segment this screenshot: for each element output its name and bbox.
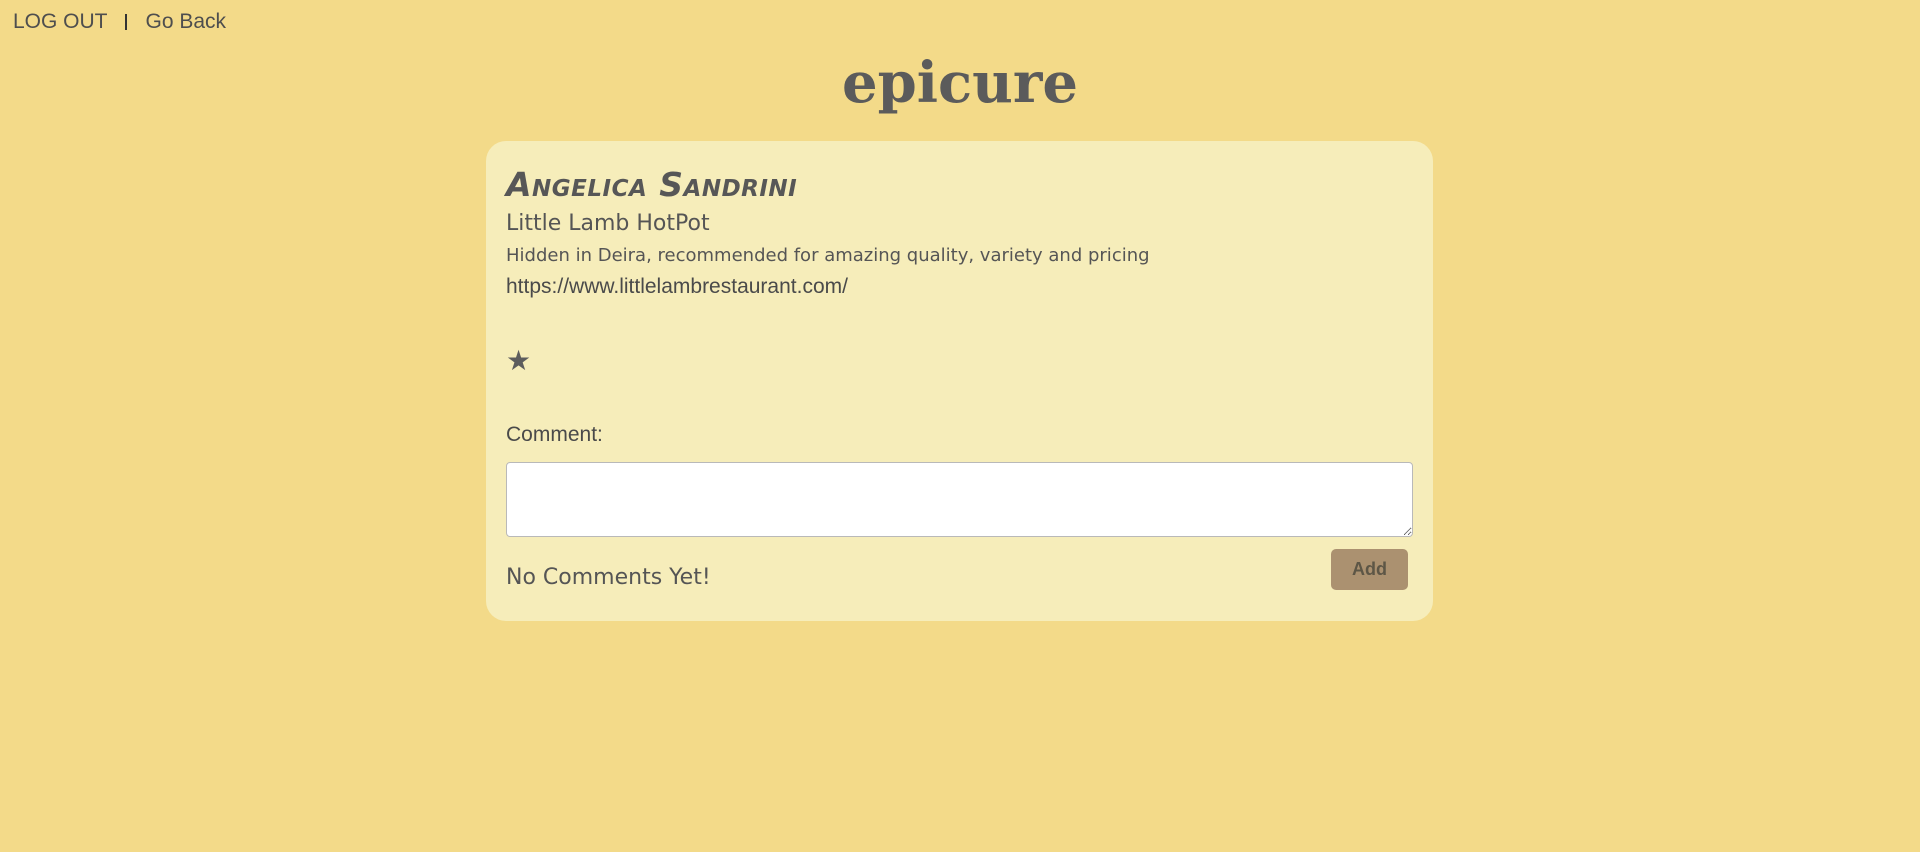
nav-separator [124, 14, 127, 30]
app-title: epicure [841, 50, 1078, 116]
top-nav: LOG OUT Go Back [13, 10, 226, 34]
restaurant-url-link[interactable]: https://www.littlelambrestaurant.com/ [506, 275, 848, 299]
restaurant-description: Hidden in Deira, recommended for amazing… [506, 245, 1150, 266]
post-card: Angelica Sandrini Little Lamb HotPot Hid… [486, 141, 1433, 621]
logout-link[interactable]: LOG OUT [13, 10, 108, 34]
go-back-link[interactable]: Go Back [146, 10, 227, 34]
star-rating: ★ [506, 345, 532, 376]
restaurant-name: Little Lamb HotPot [506, 211, 710, 236]
no-comments-message: No Comments Yet! [506, 565, 711, 590]
comment-input[interactable] [506, 462, 1413, 537]
comment-label: Comment: [506, 423, 603, 446]
post-author: Angelica Sandrini [506, 165, 798, 204]
add-comment-button[interactable]: Add [1331, 549, 1408, 590]
